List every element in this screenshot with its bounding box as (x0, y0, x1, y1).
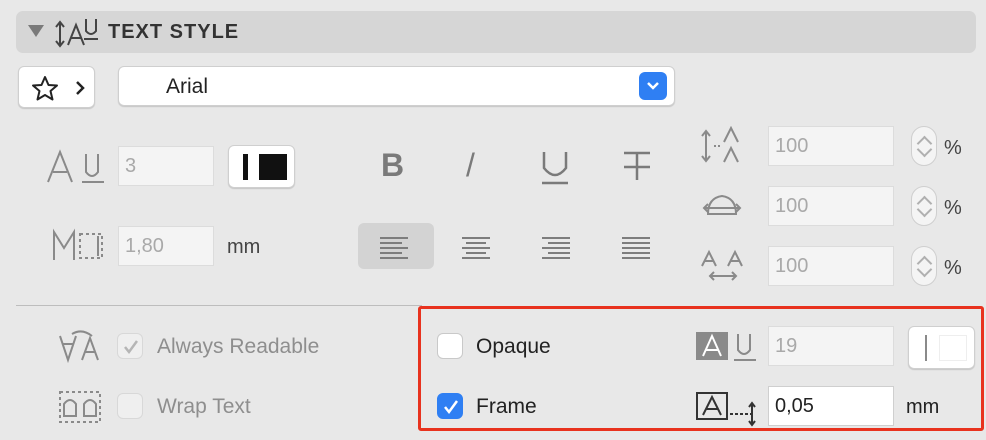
frame-offset-icon (696, 392, 756, 427)
always-readable-checkbox[interactable] (117, 333, 143, 359)
width-factor-unit: % (944, 197, 962, 219)
always-readable-label: Always Readable (157, 335, 320, 358)
wrap-text-checkbox[interactable] (117, 393, 143, 419)
text-pen-input[interactable]: 3 (118, 146, 214, 186)
align-right-button[interactable] (518, 223, 594, 269)
background-pen-button[interactable] (908, 326, 975, 369)
line-spacing-stepper[interactable] (911, 126, 937, 166)
dropdown-toggle[interactable] (639, 72, 667, 100)
frame-checkbox[interactable] (437, 393, 463, 419)
width-factor-stepper[interactable] (911, 186, 937, 226)
align-center-button[interactable] (438, 223, 514, 269)
pen-bar-icon (925, 335, 927, 361)
background-pen-input[interactable]: 19 (768, 326, 894, 366)
collapse-triangle-icon[interactable] (28, 25, 44, 37)
character-spacing-unit: % (944, 257, 962, 279)
bold-button[interactable]: B (381, 147, 404, 184)
text-height-icon (53, 228, 103, 260)
font-name: Arial (166, 75, 209, 98)
width-factor-icon (702, 194, 742, 215)
panel-title: TEXT STYLE (108, 21, 240, 43)
character-spacing-input[interactable]: 100 (768, 246, 894, 286)
pen-bar-icon (243, 154, 248, 180)
pen-swatch (939, 335, 967, 361)
chevron-right-icon (76, 81, 85, 95)
strikethrough-button[interactable] (620, 150, 654, 184)
character-spacing-stepper[interactable] (911, 246, 937, 286)
italic-button[interactable]: / (466, 147, 475, 184)
section-divider (16, 305, 422, 306)
align-justify-button[interactable] (598, 223, 674, 269)
text-height-input[interactable]: 1,80 (118, 226, 214, 266)
frame-offset-unit: mm (906, 396, 940, 418)
chevron-down-icon (647, 82, 659, 90)
pen-color-button[interactable] (228, 145, 295, 188)
frame-label: Frame (476, 395, 537, 418)
character-spacing-icon (701, 249, 743, 281)
line-spacing-icon (701, 126, 739, 163)
opaque-checkbox[interactable] (437, 333, 463, 359)
panel-header[interactable]: TEXT STYLE (16, 11, 976, 53)
wrap-text-icon (59, 391, 101, 423)
underline-button[interactable] (538, 148, 572, 186)
line-spacing-input[interactable]: 100 (768, 126, 894, 166)
always-readable-icon (59, 330, 99, 364)
align-left-button[interactable] (358, 223, 434, 269)
wrap-text-label: Wrap Text (157, 395, 251, 418)
text-height-unit: mm (227, 236, 261, 258)
text-pen-icon (47, 149, 104, 183)
font-dropdown[interactable]: Arial (118, 66, 675, 106)
favorites-button[interactable] (18, 66, 95, 108)
pen-swatch (259, 154, 287, 180)
star-icon (32, 76, 58, 101)
opaque-label: Opaque (476, 335, 551, 358)
line-spacing-unit: % (944, 137, 962, 159)
background-pen-icon (696, 332, 756, 361)
checkmark-icon (444, 400, 459, 415)
width-factor-input[interactable]: 100 (768, 186, 894, 226)
frame-offset-input[interactable]: 0,05 (768, 386, 894, 426)
text-style-icon (55, 19, 98, 48)
checkmark-icon (124, 340, 139, 355)
